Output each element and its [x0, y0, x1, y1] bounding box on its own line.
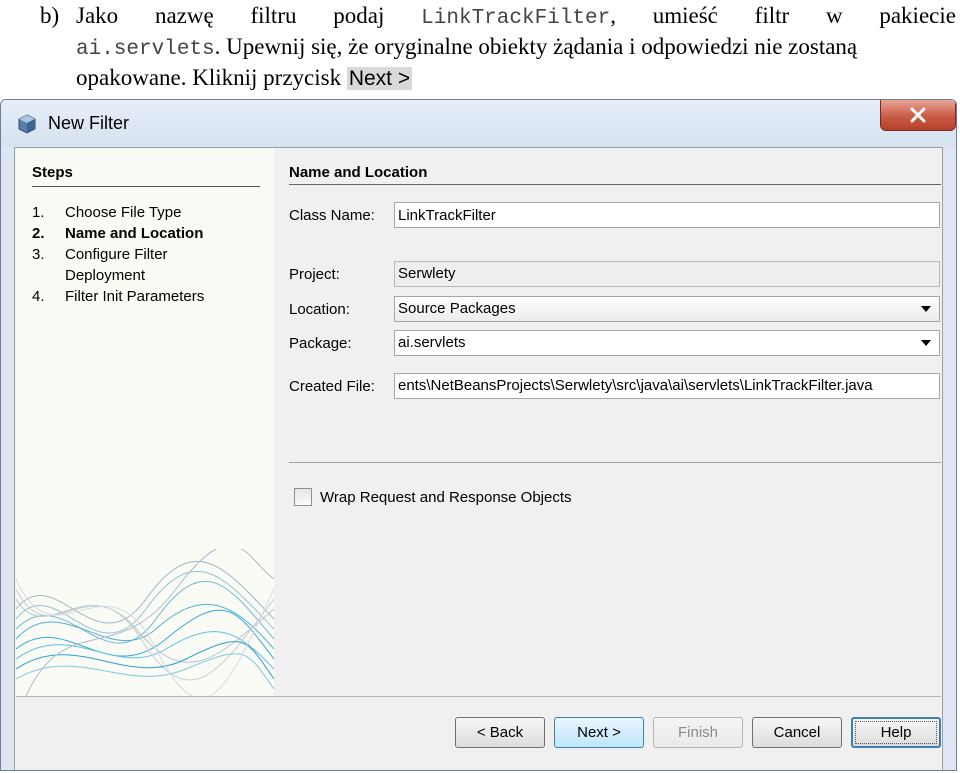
step-item-current: 2. Name and Location	[32, 225, 203, 242]
project-label: Project:	[289, 266, 340, 283]
location-value: Source Packages	[398, 300, 516, 317]
location-label: Location:	[289, 301, 350, 318]
step-label: Choose File Type	[65, 204, 182, 221]
step-label: Deployment	[65, 267, 146, 284]
netbeans-cube-icon	[17, 114, 37, 134]
cancel-button[interactable]: Cancel	[752, 717, 842, 748]
filter-name-code: LinkTrackFilter	[421, 7, 611, 30]
step-item: Deployment	[32, 267, 145, 284]
step-label: Filter Init Parameters	[65, 288, 205, 305]
button-bar: < Back Next > Finish Cancel Help	[16, 696, 941, 770]
step-number: 1.	[32, 204, 45, 221]
word: w	[825, 3, 843, 28]
back-button[interactable]: < Back	[455, 717, 545, 748]
class-name-label: Class Name:	[289, 207, 375, 224]
next-button-reference: Next >	[346, 67, 413, 90]
package-code: ai.servlets	[76, 38, 215, 61]
step-label: Name and Location	[65, 225, 204, 242]
next-button[interactable]: Next >	[554, 717, 644, 748]
package-label: Package:	[289, 335, 352, 352]
step-item: 3. Configure Filter	[32, 246, 168, 263]
instruction-text-2: . Upewnij się, że oryginalne obiekty żąd…	[214, 34, 858, 59]
panel-divider	[289, 184, 941, 185]
package-value: ai.servlets	[398, 334, 466, 351]
close-x-icon	[910, 107, 926, 123]
help-button[interactable]: Help	[851, 717, 941, 748]
focus-ring	[855, 721, 937, 744]
word: umieść	[652, 3, 718, 28]
list-marker: b)	[40, 3, 60, 28]
wrap-request-label[interactable]: Wrap Request and Response Objects	[320, 489, 572, 506]
steps-divider	[32, 186, 260, 187]
title-bar: New Filter	[1, 100, 956, 147]
class-name-field[interactable]	[394, 202, 940, 228]
word: podaj	[333, 3, 385, 28]
step-number	[32, 267, 65, 284]
instruction-line-2: ai.servlets. Upewnij się, że oryginalne …	[76, 31, 857, 65]
steps-title: Steps	[32, 164, 73, 181]
package-combo[interactable]: ai.servlets	[394, 330, 940, 356]
project-field: Serwlety	[394, 261, 940, 287]
instruction-line-3: opakowane. Kliknij przycisk Next >	[76, 62, 413, 94]
step-number: 2.	[32, 225, 45, 242]
panel-separator	[289, 462, 941, 463]
window-title: New Filter	[48, 113, 130, 133]
instruction-text: b) Jako nazwę filtru podaj LinkTrackFilt…	[0, 0, 960, 95]
comma: ,	[610, 3, 616, 28]
step-label: Configure Filter	[65, 246, 168, 263]
panel-title: Name and Location	[289, 164, 428, 181]
step-item: 4. Filter Init Parameters	[32, 288, 204, 305]
instruction-text-3: opakowane. Kliknij przycisk	[76, 65, 342, 90]
decorative-waves-graphic	[16, 549, 274, 696]
word: nazwę	[154, 3, 214, 28]
step-number: 3.	[32, 246, 45, 263]
word: filtr	[754, 3, 790, 28]
word: filtru	[250, 3, 297, 28]
dropdown-arrow-icon	[921, 306, 931, 312]
step-number: 4.	[32, 288, 45, 305]
finish-button[interactable]: Finish	[653, 717, 743, 748]
close-button[interactable]	[880, 100, 956, 131]
created-file-field[interactable]: ents\NetBeansProjects\Serwlety\src\java\…	[394, 373, 940, 399]
name-location-panel: Name and Location Class Name: Project: S…	[275, 149, 942, 696]
dropdown-arrow-icon	[921, 340, 931, 346]
created-file-label: Created File:	[289, 378, 375, 395]
word: pakiecie	[879, 3, 956, 28]
steps-panel: Steps 1. Choose File Type 2. Name and Loca…	[16, 149, 274, 696]
dialog-content: Steps 1. Choose File Type 2. Name and Loca…	[14, 147, 943, 770]
word: Jako	[76, 3, 119, 28]
wrap-request-checkbox[interactable]	[294, 488, 312, 506]
new-filter-dialog: New Filter Steps 1. Choose File Type 2. Na…	[0, 99, 957, 771]
instruction-line-1: Jako nazwę filtru podaj LinkTrackFilter,…	[76, 0, 956, 34]
step-item: 1. Choose File Type	[32, 204, 181, 221]
location-dropdown[interactable]: Source Packages	[394, 296, 940, 322]
